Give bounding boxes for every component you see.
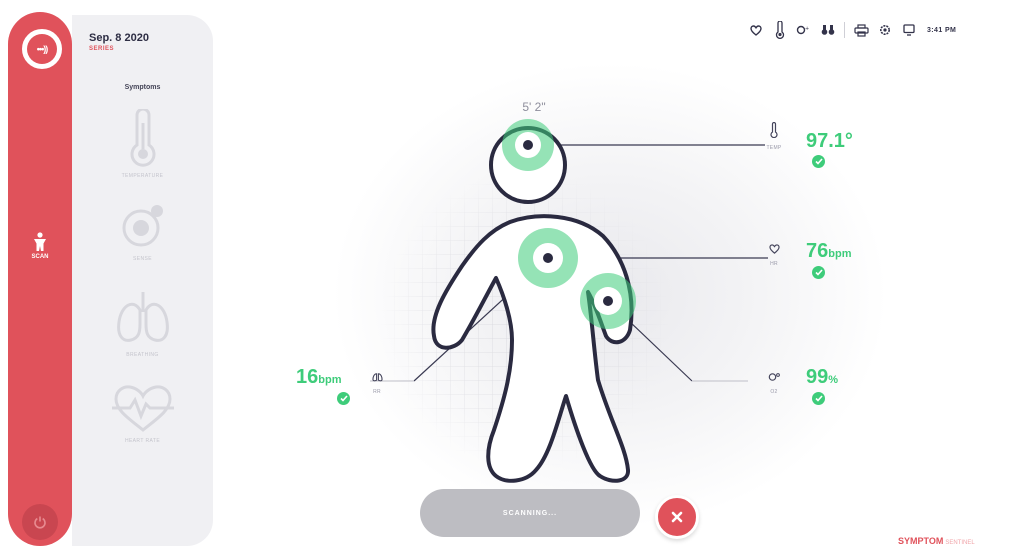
- height-label: 5' 2": [522, 100, 546, 114]
- rr-mini-label: RR: [373, 389, 381, 395]
- cancel-scan-button[interactable]: [655, 495, 699, 539]
- heart-rate-unit: bpm: [828, 248, 852, 260]
- chest-marker-dot: [543, 253, 553, 263]
- scanning-button[interactable]: SCANNING...: [420, 489, 640, 537]
- heart-rate-ok-check: [812, 266, 825, 279]
- temperature-ok-check: [812, 155, 825, 168]
- arm-marker-dot: [603, 296, 613, 306]
- respiration-number: 16: [296, 366, 319, 388]
- respiration-value: 16bpm: [296, 366, 341, 389]
- oxygen-value: 99%: [806, 366, 838, 389]
- heart-icon: [768, 244, 780, 254]
- close-icon: [671, 511, 683, 523]
- temperature-value: 97.1°: [806, 130, 853, 153]
- brand-sub: SENTINEL: [945, 540, 975, 546]
- brand-name: SYMPTOM: [898, 536, 944, 546]
- lungs-icon: [371, 373, 383, 382]
- check-icon: [814, 269, 823, 276]
- temperature-number: 97.1°: [806, 130, 853, 152]
- check-icon: [814, 395, 823, 402]
- respiration-ok-check: [337, 392, 350, 405]
- check-icon: [814, 158, 823, 165]
- app: •••)) SCAN Sep. 8 2020 SERIES Symptoms T…: [0, 0, 1021, 548]
- oxygen-ok-check: [812, 392, 825, 405]
- head-marker-dot: [523, 140, 533, 150]
- temp-mini: TEMP: [762, 121, 786, 151]
- brand-mark: SYMPTOM SENTINEL: [898, 536, 975, 546]
- temp-mini-label: TEMP: [766, 145, 782, 151]
- heart-rate-number: 76: [806, 240, 829, 262]
- hr-mini: HR: [762, 241, 786, 267]
- o2-mini: O2: [762, 369, 786, 395]
- oxygen-number: 99: [806, 366, 829, 388]
- heart-rate-value: 76bpm: [806, 240, 851, 263]
- respiration-unit: bpm: [318, 374, 342, 386]
- rr-mini: RR: [365, 369, 389, 395]
- o2-mini-label: O2: [770, 389, 778, 395]
- oxygen-unit: %: [828, 374, 839, 386]
- check-icon: [339, 395, 348, 402]
- body-scan-figure: [370, 119, 768, 483]
- hr-mini-label: HR: [770, 261, 778, 267]
- thermometer-icon: [770, 121, 778, 139]
- oxygen-icon: [768, 373, 780, 381]
